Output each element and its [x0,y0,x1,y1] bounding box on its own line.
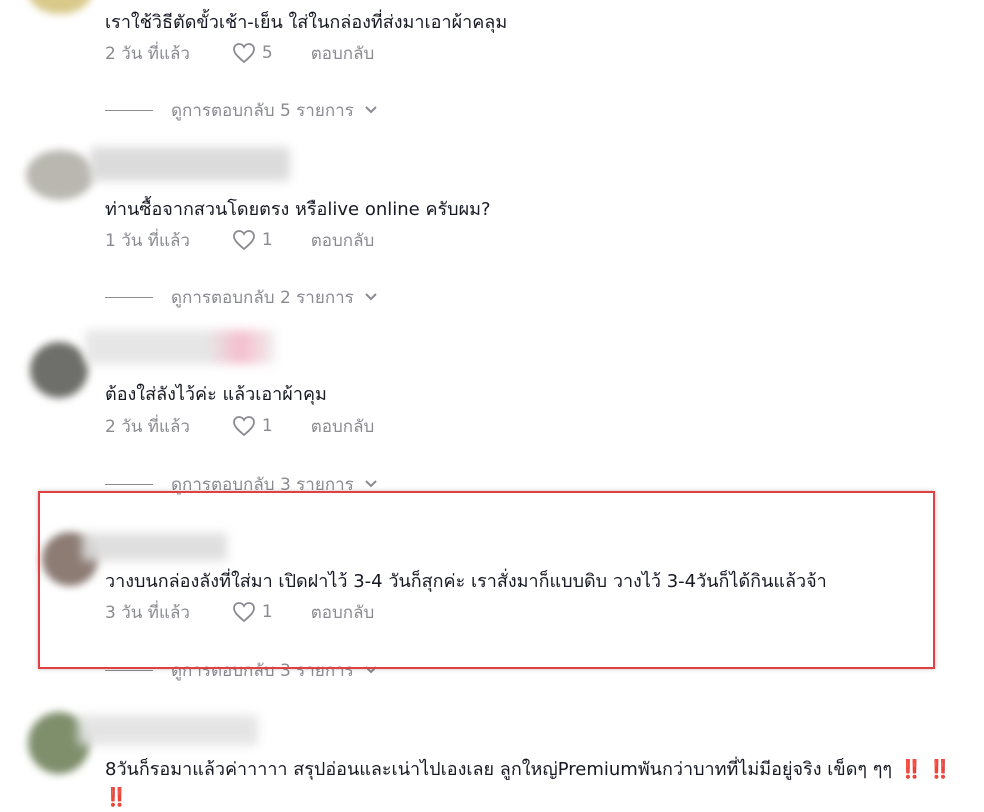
user-avatar[interactable] [30,342,88,398]
view-replies-button[interactable]: ดูการตอบกลับ 5 รายการ [105,98,378,122]
divider-line [105,483,153,485]
username-blurred[interactable] [85,330,275,364]
comment-time: 2 วัน ที่แล้ว [105,43,190,64]
view-replies-label: ดูการตอบกลับ 2 รายการ [171,287,354,308]
like-count: 1 [261,230,273,250]
reply-button[interactable]: ตอบกลับ [311,413,375,440]
heart-icon [233,43,255,64]
comment-time: 1 วัน ที่แล้ว [105,230,190,251]
comment-text-body: 8วันก็รอมาแล้วค่าาาาา สรุปอ่อนและเน่าไปเ… [105,759,893,780]
divider-line [105,296,153,298]
like-button[interactable]: 1 [232,229,273,251]
comment-text: 8วันก็รอมาแล้วค่าาาาา สรุปอ่อนและเน่าไปเ… [105,756,965,812]
chevron-down-icon [364,292,378,302]
reply-button[interactable]: ตอบกลับ [311,40,375,67]
user-avatar[interactable] [28,0,92,14]
comment-meta: 1 วัน ที่แล้ว 1 ตอบกลับ [105,227,374,253]
heart-icon [233,416,255,437]
divider-line [105,109,153,111]
username-blurred[interactable] [90,147,290,181]
comment-meta: 2 วัน ที่แล้ว 1 ตอบกลับ [105,413,374,439]
user-avatar[interactable] [26,150,94,200]
heart-icon [233,230,255,251]
view-replies-label: ดูการตอบกลับ 5 รายการ [171,100,354,121]
comment-time: 2 วัน ที่แล้ว [105,416,190,437]
username-blurred[interactable] [78,715,258,745]
like-count: 1 [261,416,273,436]
comment-text: ต้องใส่ลังไว้ค่ะ แล้วเอาผ้าคุม [105,384,327,405]
comment-text: เราใช้วิธีตัดขั้วเช้า-เย็น ใส่ในกล่องที่… [105,12,508,33]
chevron-down-icon [364,105,378,115]
like-button[interactable]: 1 [232,415,273,437]
comment-meta: 2 วัน ที่แล้ว 5 ตอบกลับ [105,40,374,66]
divider-line [105,669,153,671]
reply-button[interactable]: ตอบกลับ [311,227,375,254]
comment-text: ท่านซื้อจากสวนโดยตรง หรือlive online ครั… [105,199,491,220]
view-replies-button[interactable]: ดูการตอบกลับ 2 รายการ [105,285,378,309]
chevron-down-icon [364,479,378,489]
like-count: 5 [261,43,273,63]
like-button[interactable]: 5 [232,42,273,64]
highlight-box [38,491,935,669]
